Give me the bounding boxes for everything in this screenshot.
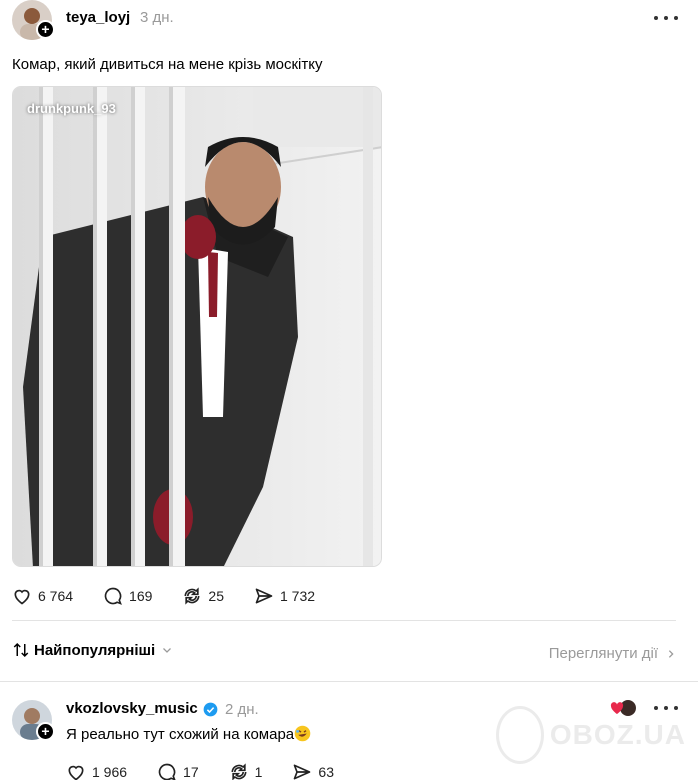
reply-text: Я реально тут схожий на комара [66,725,311,743]
post-actions: 6 764 169 25 1 732 [12,586,345,606]
comment-icon [158,763,176,780]
reply-comment-button[interactable]: 17 [157,762,199,780]
dot-icon [674,706,678,710]
follow-plus-button[interactable]: + [36,20,55,39]
sort-icon [13,642,29,658]
watermark-text: OBOZ.UA [549,719,686,750]
heart-icon [68,765,84,780]
chevron-down-icon [163,648,172,653]
divider [12,620,676,621]
follow-plus-button[interactable]: + [36,722,55,741]
post-text: Комар, який дивиться на мене крізь москі… [12,56,323,73]
dot-icon [654,706,658,710]
repost-button[interactable]: 25 [182,586,224,606]
reply-comment-count: 17 [183,764,199,780]
view-activity-link[interactable]: Переглянути дії [549,645,676,662]
sort-label: Найпопулярніші [34,641,156,659]
reply-share-button[interactable]: 63 [292,762,334,780]
media-tag: drunkpunk_93 [27,101,116,116]
comment-count: 169 [129,588,153,604]
post-time: 3 дн. [140,9,174,26]
liked-by-author-icon [610,700,636,716]
divider [0,681,698,682]
reply-like-button[interactable]: 1 966 [66,762,127,780]
comment-icon [104,587,122,605]
photo-illustration [13,87,381,566]
send-icon [294,764,311,780]
dot-icon [674,16,678,20]
repost-icon [231,763,247,780]
reply-time: 2 дн. [225,701,259,718]
comment-button[interactable]: 169 [103,586,152,606]
reply-text-content: Я реально тут схожий на комара [66,726,295,743]
post-image[interactable]: drunkpunk_93 [12,86,382,567]
share-button[interactable]: 1 732 [254,586,315,606]
reply-repost-button[interactable]: 1 [229,762,263,780]
reply-share-count: 63 [318,764,334,780]
reply-actions: 1 966 17 1 63 [66,762,364,780]
dot-icon [654,16,658,20]
heart-icon [14,589,30,605]
reply-repost-count: 1 [254,764,263,780]
dot-icon [664,706,668,710]
post-username[interactable]: teya_loyj [66,9,130,26]
chevron-right-icon [668,649,674,658]
author-liked-indicator [610,698,638,718]
watermark-logo-icon [496,706,544,764]
rofl-emoji-icon [294,725,311,742]
share-count: 1 732 [279,588,316,604]
like-button[interactable]: 6 764 [12,586,73,606]
reply-username-text: vkozlovsky_music [66,700,198,717]
more-options-button[interactable] [654,8,678,28]
reply-more-options-button[interactable] [654,698,678,718]
repost-count: 25 [208,588,224,604]
dot-icon [664,16,668,20]
view-activity-label: Переглянути дії [548,645,658,662]
repost-icon [184,587,200,605]
reply-like-count: 1 966 [92,764,128,780]
verified-badge-icon [203,702,218,716]
send-icon [255,588,273,604]
reply-username[interactable]: vkozlovsky_music [66,700,218,717]
sort-dropdown[interactable]: Найпопулярніші [12,641,173,659]
like-count: 6 764 [38,588,74,604]
